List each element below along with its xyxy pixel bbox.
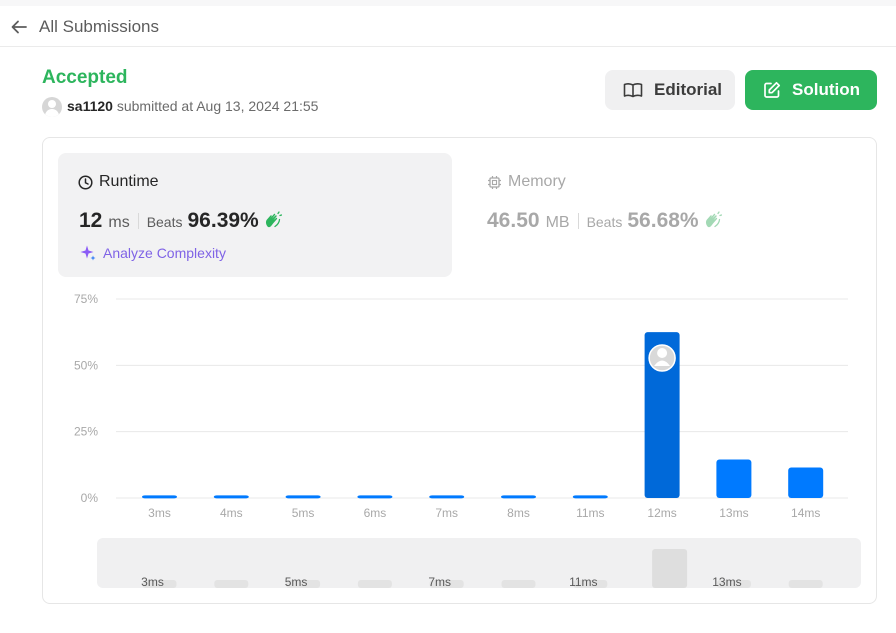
x-tick-label: 6ms <box>364 506 387 520</box>
navigator-label: 3ms <box>141 575 164 589</box>
chart-bar[interactable] <box>213 495 249 499</box>
navigator-label: 13ms <box>712 575 741 589</box>
navigator-bar <box>357 580 392 588</box>
navigator-label: 5ms <box>285 575 308 589</box>
navigator-bar <box>501 580 536 588</box>
chart-bar[interactable] <box>285 495 321 499</box>
chart-bar[interactable] <box>357 495 393 499</box>
x-tick-label: 14ms <box>791 506 820 520</box>
navigator-label: 11ms <box>569 575 597 589</box>
chart-bar[interactable] <box>429 495 465 499</box>
navigator-bar <box>652 549 688 588</box>
x-tick-label: 8ms <box>507 506 530 520</box>
navigator-bar <box>788 580 823 588</box>
user-avatar-marker <box>648 344 676 372</box>
runtime-distribution-chart: 0% 25% 50% 75% 3ms 4ms 5ms 6ms 7ms 8ms 11ms 12ms 13m… <box>74 292 861 589</box>
chart-bar[interactable] <box>716 459 752 498</box>
x-tick-label: 4ms <box>220 506 243 520</box>
y-tick-label: 75% <box>74 292 98 306</box>
x-tick-label: 13ms <box>719 506 748 520</box>
navigator-label: 7ms <box>428 575 451 589</box>
x-tick-label: 7ms <box>435 506 458 520</box>
x-tick-label: 5ms <box>292 506 315 520</box>
chart-bar[interactable] <box>788 467 824 498</box>
navigator-bar <box>214 580 249 588</box>
x-tick-label: 12ms <box>647 506 676 520</box>
y-tick-label: 50% <box>74 358 98 372</box>
y-tick-label: 0% <box>81 491 99 505</box>
x-tick-label: 3ms <box>148 506 171 520</box>
chart-bar[interactable] <box>142 495 177 499</box>
y-tick-label: 25% <box>74 425 98 439</box>
chart-bar[interactable] <box>501 495 536 499</box>
chart-bar[interactable] <box>572 495 608 499</box>
x-tick-label: 11ms <box>576 506 604 520</box>
